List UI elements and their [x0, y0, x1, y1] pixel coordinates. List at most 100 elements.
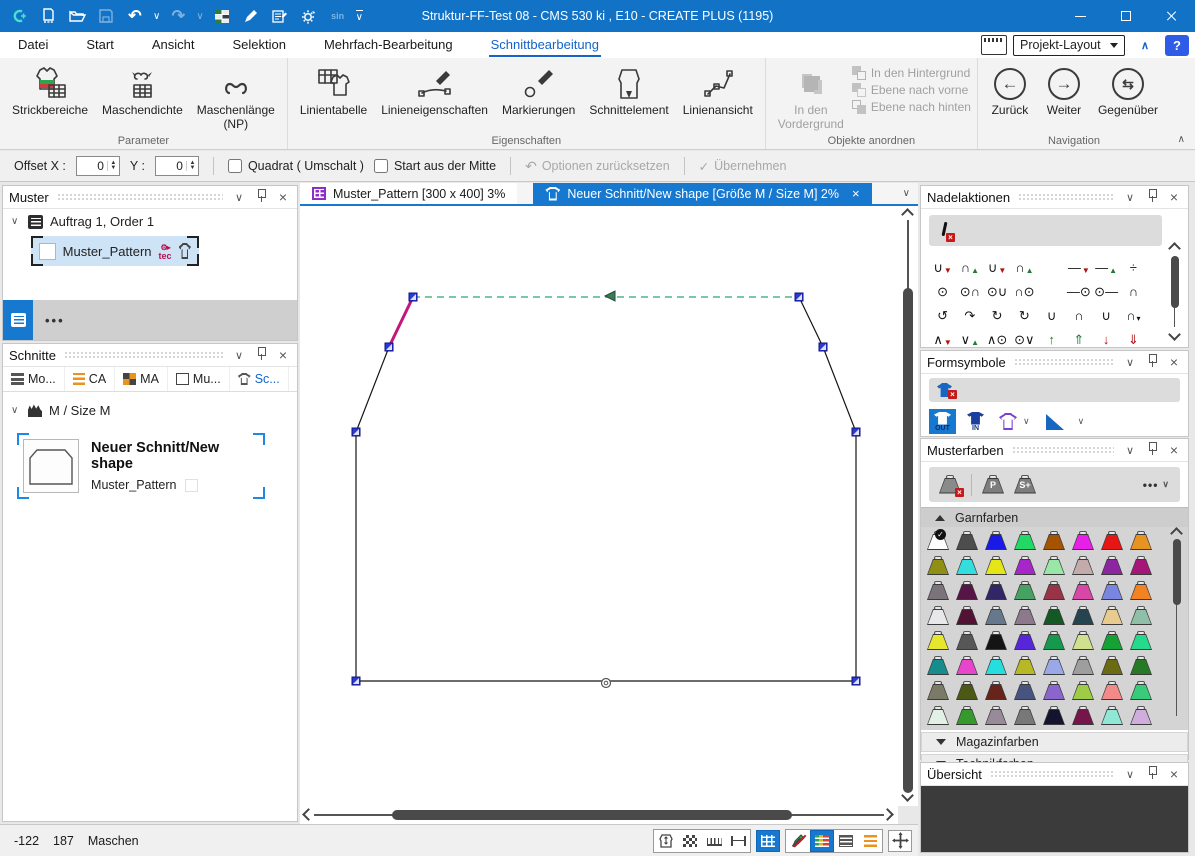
- needle-action-cell[interactable]: ∪▼: [984, 254, 1011, 278]
- needle-action-cell[interactable]: ∩: [1065, 302, 1092, 326]
- grid-view-toggle[interactable]: [756, 830, 780, 852]
- scroll-up-icon[interactable]: [1168, 242, 1181, 255]
- weiter-button[interactable]: → Weiter: [1038, 62, 1090, 120]
- needle-action-cell[interactable]: ↑: [1038, 326, 1065, 350]
- yarn-color-swatch[interactable]: [1101, 556, 1123, 576]
- tab-ma[interactable]: MA: [115, 367, 168, 391]
- order-tree-root[interactable]: ∨ Auftrag 1, Order 1: [3, 209, 297, 234]
- menu-tab-selektion[interactable]: Selektion: [230, 34, 287, 57]
- quadrat-checkbox-input[interactable]: [228, 159, 242, 173]
- yarn-color-swatch[interactable]: [1101, 681, 1123, 701]
- needle-action-cell[interactable]: ↷: [956, 302, 983, 326]
- needle-action-cell[interactable]: ↓: [1093, 326, 1120, 350]
- yarn-color-swatch[interactable]: [1014, 581, 1036, 601]
- scroll-left-icon[interactable]: [302, 808, 315, 821]
- pin-icon[interactable]: [1144, 354, 1160, 370]
- yarn-color-swatch[interactable]: [1014, 631, 1036, 651]
- yarn-color-swatch[interactable]: [985, 581, 1007, 601]
- yarn-color-swatch[interactable]: [985, 606, 1007, 626]
- close-icon[interactable]: ×: [1166, 189, 1182, 205]
- form-out-button[interactable]: OUT: [929, 409, 956, 434]
- close-icon[interactable]: ×: [1166, 354, 1182, 370]
- panel-drag-handle[interactable]: [57, 193, 223, 201]
- yarn-color-swatch[interactable]: [927, 556, 949, 576]
- yarn-color-swatch[interactable]: [1101, 606, 1123, 626]
- yarn-color-swatch[interactable]: [1072, 556, 1094, 576]
- undo-dropdown-icon[interactable]: ∨: [153, 11, 160, 22]
- pin-icon[interactable]: [1144, 189, 1160, 205]
- close-tab-icon[interactable]: ×: [852, 186, 860, 201]
- needle-action-cell[interactable]: ↺: [929, 302, 956, 326]
- spinner-arrows-icon[interactable]: ▲▼: [186, 161, 198, 171]
- yarn-color-swatch[interactable]: [1014, 681, 1036, 701]
- yarn-color-swatch[interactable]: [1043, 581, 1065, 601]
- yarn-color-swatch[interactable]: [1072, 531, 1094, 551]
- yarn-color-swatch[interactable]: [956, 631, 978, 651]
- start-mitte-checkbox-input[interactable]: [374, 159, 388, 173]
- offset-x-input[interactable]: 0 ▲▼: [76, 156, 120, 176]
- yarn-color-swatch[interactable]: [985, 681, 1007, 701]
- yarn-color-swatch[interactable]: [1130, 706, 1152, 726]
- needle-action-cell[interactable]: ⊙—: [1093, 278, 1120, 302]
- undo-button[interactable]: ↶: [124, 5, 146, 27]
- doc-tab-muster-pattern[interactable]: Muster_Pattern [300 x 400] 3%: [300, 183, 517, 204]
- yarn-color-swatch[interactable]: [1130, 531, 1152, 551]
- maschendichte-button[interactable]: Maschendichte: [96, 62, 189, 120]
- linieneigenschaften-button[interactable]: Linieneigenschaften: [375, 62, 494, 120]
- needle-action-cell[interactable]: ∩▲: [1011, 254, 1038, 278]
- yarn-color-swatch[interactable]: [927, 706, 949, 726]
- horizontal-scroll-thumb[interactable]: [392, 810, 792, 820]
- help-button[interactable]: ?: [1165, 35, 1189, 56]
- needle-action-cell[interactable]: ⊙∩: [956, 278, 983, 302]
- app-logo-icon[interactable]: [8, 5, 30, 27]
- yarn-color-swatch[interactable]: [1043, 656, 1065, 676]
- yarn-color-swatch[interactable]: [1043, 531, 1065, 551]
- menu-tab-start[interactable]: Start: [84, 34, 115, 57]
- needle-action-cell[interactable]: ⊙∪: [984, 278, 1011, 302]
- yarn-color-swatch[interactable]: [1043, 556, 1065, 576]
- shape-canvas[interactable]: [300, 206, 898, 806]
- garnfarben-section-header[interactable]: Garnfarben: [921, 507, 1188, 527]
- yarn-color-swatch[interactable]: [1072, 631, 1094, 651]
- panel-menu-icon[interactable]: ∨: [231, 191, 247, 204]
- gegenueber-button[interactable]: ⇆ Gegenüber: [1092, 62, 1164, 120]
- tree-expander-icon[interactable]: ∨: [11, 216, 21, 227]
- close-icon[interactable]: ×: [275, 347, 291, 363]
- needle-action-cell[interactable]: ↻: [984, 302, 1011, 326]
- line-list-toggle[interactable]: [858, 830, 882, 852]
- yarn-color-swatch[interactable]: [1101, 531, 1123, 551]
- pin-icon[interactable]: [1144, 766, 1160, 782]
- offset-y-input[interactable]: 0 ▲▼: [155, 156, 199, 176]
- layout-select[interactable]: Projekt-Layout: [1013, 35, 1125, 56]
- ribbon-collapse-icon[interactable]: ∧: [1178, 134, 1185, 145]
- canvas-horizontal-scrollbar[interactable]: [300, 806, 898, 824]
- strickbereiche-button[interactable]: Strickbereiche: [6, 62, 94, 120]
- needle-action-cell[interactable]: ⇑: [1065, 326, 1092, 350]
- needle-action-cell[interactable]: ∩▾: [1120, 302, 1147, 326]
- yarn-color-swatch[interactable]: [956, 706, 978, 726]
- yarn-color-swatch[interactable]: [1101, 656, 1123, 676]
- canvas-vertical-scrollbar[interactable]: [898, 206, 918, 806]
- yarn-color-swatch[interactable]: [985, 706, 1007, 726]
- pin-icon[interactable]: [253, 189, 269, 205]
- needle-action-cell[interactable]: ∩: [1120, 278, 1147, 302]
- keyboard-icon[interactable]: [981, 35, 1007, 55]
- yarn-color-swatch[interactable]: [1014, 656, 1036, 676]
- yarn-color-swatch[interactable]: [985, 656, 1007, 676]
- yarn-color-swatch[interactable]: [1130, 656, 1152, 676]
- scroll-down-icon[interactable]: [1168, 328, 1181, 341]
- new-file-button[interactable]: [37, 5, 59, 27]
- panel-menu-icon[interactable]: ∨: [1122, 356, 1138, 369]
- size-group-row[interactable]: ∨ M / Size M: [3, 398, 297, 423]
- needle-action-cell[interactable]: ⊙∨: [1011, 326, 1038, 350]
- overview-viewport[interactable]: [921, 786, 1188, 852]
- scroll-right-icon[interactable]: [881, 808, 894, 821]
- tab-ca[interactable]: CA: [65, 367, 115, 391]
- yarn-color-swatch[interactable]: [1043, 631, 1065, 651]
- tab-muster[interactable]: Mu...: [168, 367, 230, 391]
- needle-action-cell[interactable]: —▼: [1065, 254, 1092, 278]
- close-button[interactable]: [1149, 0, 1195, 32]
- linientabelle-button[interactable]: Linientabelle: [294, 62, 373, 120]
- yarn-color-swatch[interactable]: [1101, 706, 1123, 726]
- markierungen-button[interactable]: Markierungen: [496, 62, 581, 120]
